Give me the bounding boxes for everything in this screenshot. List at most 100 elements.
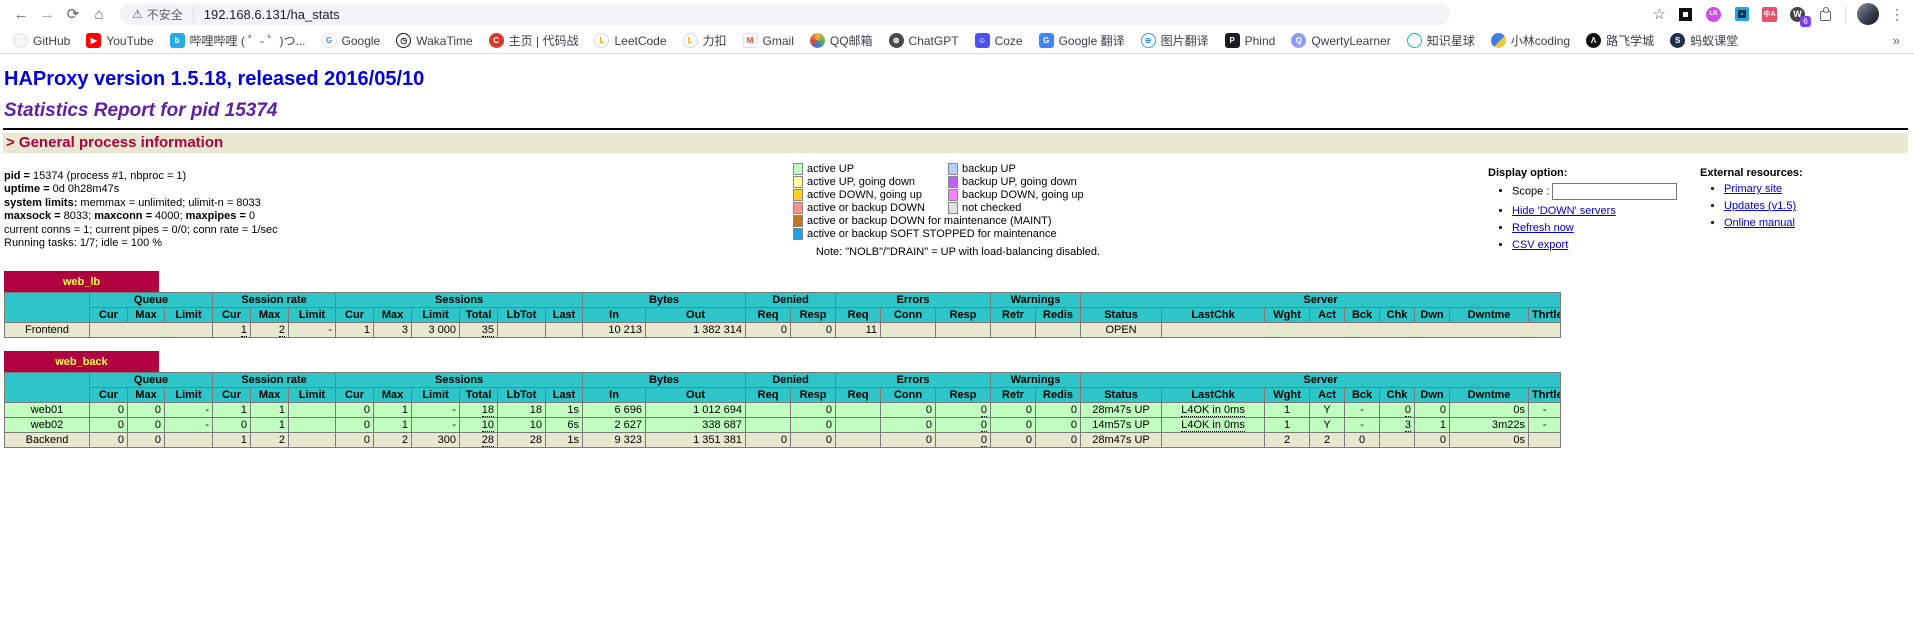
stat-cell: - [1345, 418, 1380, 433]
stat-cell [498, 323, 546, 338]
address-bar[interactable]: ⚠ 不安全 192.168.6.131/ha_stats [120, 3, 1450, 25]
stats-row: Backend00120230028281s9 3231 351 3810000… [5, 433, 1561, 448]
bookmark-item[interactable]: ▶YouTube [79, 31, 160, 50]
legend-label: backup DOWN, going up [962, 189, 1084, 201]
extension-lr-icon[interactable]: LR [1705, 6, 1722, 23]
bookmark-item[interactable]: ☺Coze [968, 31, 1030, 50]
forward-icon[interactable]: → [34, 2, 60, 26]
list-item: CSV export [1512, 239, 1700, 251]
haproxy-version-link[interactable]: HAProxy version 1.5.18, released 2016/05… [4, 68, 424, 90]
link[interactable]: Updates (v1.5) [1724, 200, 1796, 212]
process-info-line: current conns = 1; current pipes = 0/0; … [4, 224, 793, 237]
bookmark-item[interactable]: 小林coding [1484, 30, 1577, 51]
link[interactable]: Online manual [1724, 217, 1795, 229]
bookmark-item[interactable]: b哔哩哔哩 ( ゜- ゜)つ... [163, 30, 313, 51]
extension-wappalyzer-icon[interactable]: W 6 [1789, 6, 1806, 23]
extension-box-icon[interactable] [1677, 6, 1694, 23]
link[interactable]: CSV export [1512, 239, 1568, 251]
bookmark-item[interactable]: GGoogle [315, 31, 388, 50]
bookmark-item[interactable]: QQwertyLearner [1284, 31, 1397, 50]
column-header: Limit [165, 308, 213, 323]
stat-cell: - [412, 418, 460, 433]
column-header: Wght [1265, 388, 1310, 403]
bookmark-item[interactable]: MGmail [736, 31, 801, 50]
row-label: web02 [5, 418, 90, 433]
stat-cell: 0 [128, 403, 165, 418]
bookmark-label: 主页 | 代码战 [509, 32, 579, 49]
process-info-line: uptime = 0d 0h28m47s [4, 183, 793, 196]
link[interactable]: Refresh now [1512, 222, 1574, 234]
link[interactable]: Primary site [1724, 183, 1782, 195]
display-option-links: Hide 'DOWN' servers Refresh now CSV export [1512, 205, 1700, 251]
column-header: Thrtle [1529, 388, 1561, 403]
bookmark-item[interactable]: ⊛ChatGPT [882, 31, 966, 50]
bookmark-item[interactable]: ⊕图片翻译 [1134, 30, 1216, 51]
proxy-name-link[interactable]: web_lb [63, 276, 100, 288]
stat-cell: 0 [1345, 433, 1380, 448]
column-header: Req [836, 388, 881, 403]
stat-cell: Y [1310, 403, 1345, 418]
stat-cell: 1 [213, 433, 251, 448]
stat-cell: 1 382 314 [646, 323, 746, 338]
legend-label: active UP, going down [807, 176, 915, 188]
stat-cell: 1 [374, 403, 412, 418]
bookmark-item[interactable]: LLeetCode [587, 31, 673, 50]
column-header: Limit [289, 308, 336, 323]
row-label: Backend [5, 433, 90, 448]
extension-screenshot-icon[interactable] [1733, 6, 1750, 23]
bookmark-item[interactable]: GGoogle 翻译 [1032, 30, 1132, 51]
column-header: Resp [936, 388, 991, 403]
column-header: Max [128, 388, 165, 403]
stat-cell: 0 [90, 403, 128, 418]
profile-avatar[interactable] [1857, 3, 1879, 25]
extensions-puzzle-icon[interactable] [1817, 6, 1834, 23]
stat-cell: 1 [1265, 418, 1310, 433]
legend-label: backup UP [962, 163, 1016, 175]
bookmark-star-icon[interactable]: ☆ [1653, 5, 1666, 23]
bookmark-item[interactable]: GitHub [6, 31, 77, 50]
browser-menu-icon[interactable]: ⋮ [1890, 6, 1904, 23]
legend-label: backup UP, going down [962, 176, 1077, 188]
stat-cell: L4OK in 0ms [1162, 403, 1265, 418]
bookmark-item[interactable]: L力扣 [676, 30, 734, 51]
home-icon[interactable]: ⌂ [86, 2, 112, 26]
bookmark-item[interactable]: Λ路飞学城 [1579, 30, 1661, 51]
bookmarks-overflow-chevron[interactable]: » [1885, 33, 1908, 48]
stat-cell: - [1529, 418, 1561, 433]
proxy-name-link[interactable]: web_back [55, 356, 108, 368]
stat-cell: 0 [213, 418, 251, 433]
bookmark-label: 知识星球 [1427, 32, 1475, 49]
extension-translate-icon[interactable]: 中A [1761, 6, 1778, 23]
process-info-line: Running tasks: 1/7; idle = 100 % [4, 237, 793, 250]
legend-swatch [793, 215, 803, 227]
gmail-icon: M [743, 33, 758, 48]
legend-swatch [948, 163, 958, 175]
reload-icon[interactable]: ⟳ [60, 2, 86, 26]
column-header: LastChk [1162, 388, 1265, 403]
github-icon [13, 33, 28, 48]
bookmark-item[interactable]: PPhind [1218, 31, 1283, 50]
column-header: Retr [991, 308, 1036, 323]
chip-divider [193, 7, 194, 21]
bookmark-item[interactable]: C主页 | 代码战 [482, 30, 586, 51]
bookmark-item[interactable]: ◷WakaTime [389, 31, 479, 50]
bookmark-item[interactable]: 知识星球 [1400, 30, 1482, 51]
link[interactable]: Hide 'DOWN' servers [1512, 205, 1616, 217]
back-icon[interactable]: ← [8, 2, 34, 26]
external-resources-block: External resources: Primary siteUpdates … [1700, 153, 1908, 234]
column-group-header: Bytes [583, 293, 746, 308]
column-header: Conn [881, 308, 936, 323]
stat-cell: 0 [1036, 433, 1081, 448]
bookmark-item[interactable]: S蚂蚁课堂 [1663, 30, 1745, 51]
stat-cell [836, 433, 881, 448]
bookmark-label: YouTube [106, 34, 153, 48]
stat-cell: 0 [791, 418, 836, 433]
legend-swatch [948, 189, 958, 201]
chatgpt-icon: ⊛ [889, 33, 904, 48]
bookmark-item[interactable]: QQ邮箱 [803, 30, 880, 51]
security-chip[interactable]: ⚠ 不安全 [132, 6, 183, 23]
scope-input[interactable] [1552, 183, 1677, 200]
stat-cell: 28 [498, 433, 546, 448]
proxy-name-header: web_lb [4, 271, 159, 292]
stats-row: web0100-1101-18181s6 6961 012 6940000028… [5, 403, 1561, 418]
